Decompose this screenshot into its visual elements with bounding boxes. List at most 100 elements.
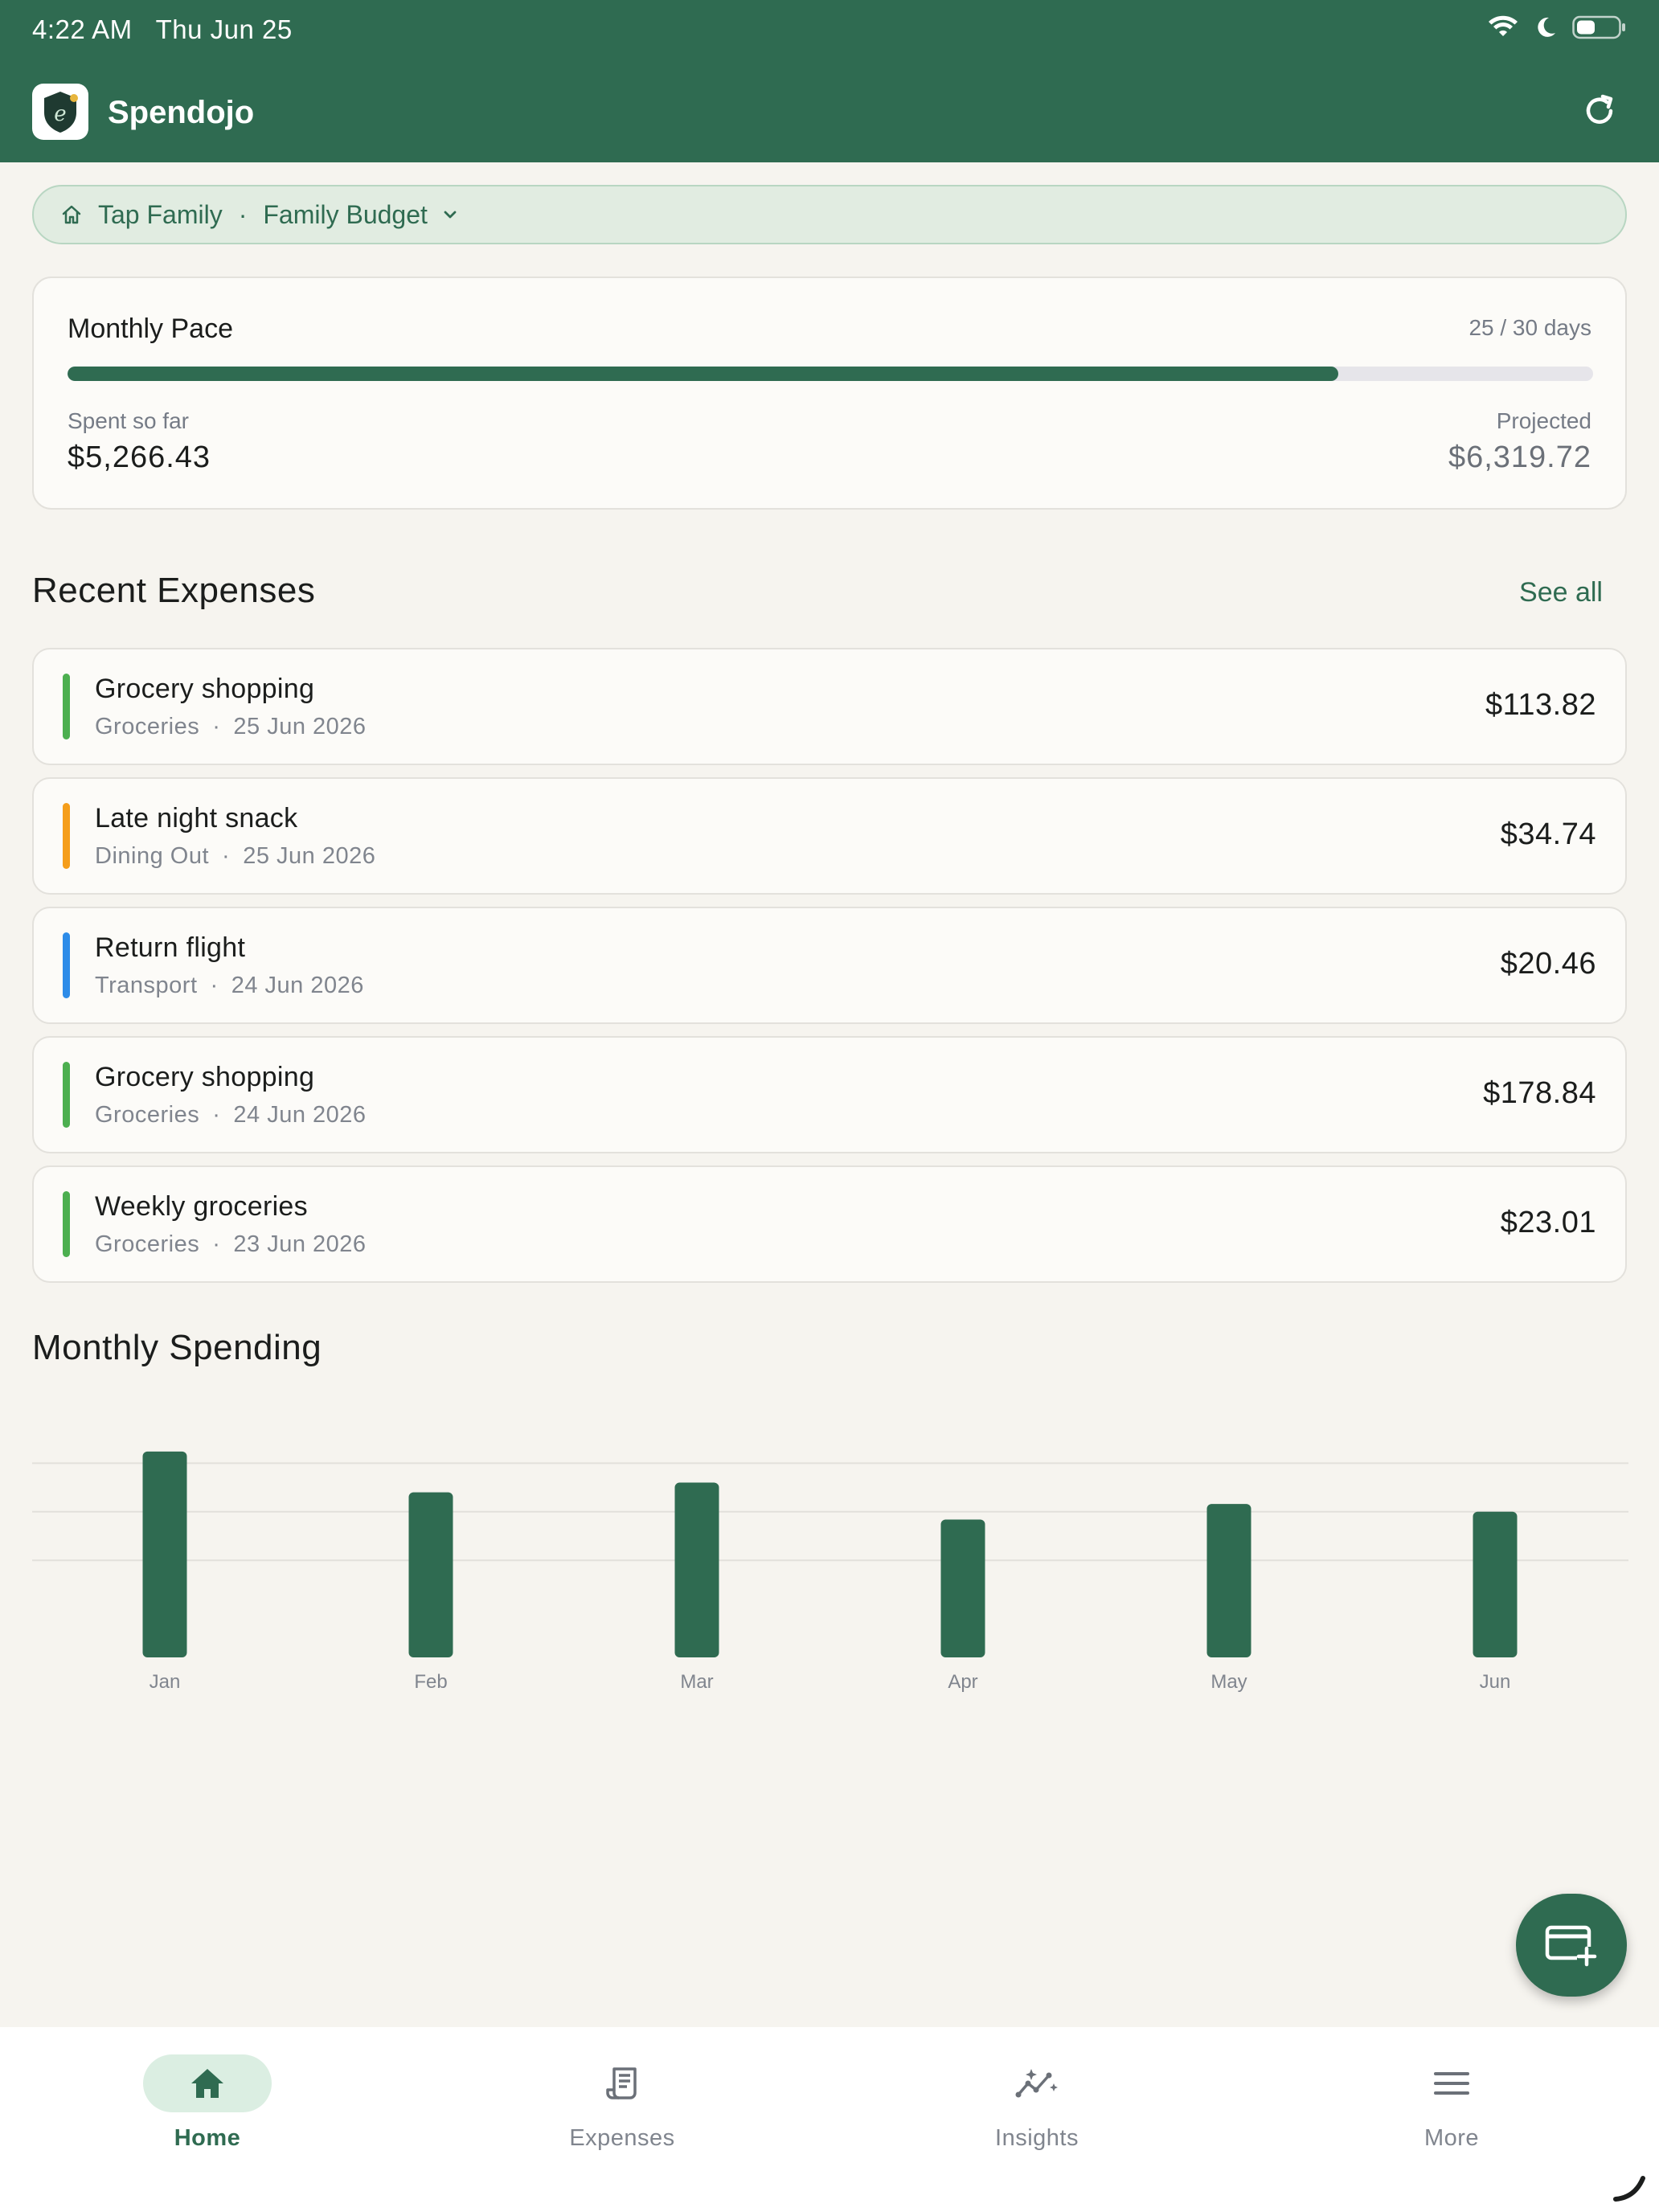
chart-x-label: Apr: [948, 1671, 977, 1693]
status-bar-time: 4:22 AM Thu Jun 25: [32, 14, 293, 45]
monthly-pace-title: Monthly Pace: [68, 313, 233, 344]
expense-title: Return flight: [95, 932, 246, 963]
app-logo: e: [32, 84, 88, 140]
chart-bar-mar[interactable]: [674, 1482, 719, 1657]
expense-item[interactable]: Late night snack Dining Out · 25 Jun 2026 $3…: [32, 777, 1627, 895]
nav-expenses-label: Expenses: [569, 2125, 675, 2151]
menu-icon: [1434, 2072, 1469, 2095]
chart-bar-feb[interactable]: [408, 1492, 453, 1657]
expense-title: Late night snack: [95, 803, 298, 834]
refresh-icon: [1586, 94, 1613, 124]
nav-insights-indicator: [973, 2054, 1101, 2112]
chevron-down-icon: [444, 211, 457, 219]
add-expense-button[interactable]: [1516, 1894, 1627, 1997]
category-color-bar: [63, 1191, 70, 1257]
chart-x-label: Mar: [680, 1671, 713, 1693]
meta-separator: ·: [212, 714, 221, 739]
nav-insights-label: Insights: [995, 2125, 1079, 2151]
home-icon: [191, 2069, 223, 2098]
svg-text:e: e: [54, 102, 66, 126]
monthly-pace-card: Monthly Pace 25 / 30 days Spent so far $…: [32, 276, 1627, 510]
expense-amount: $178.84: [1483, 1076, 1596, 1110]
nav-home-label: Home: [174, 2125, 241, 2151]
app-header: 4:22 AM Thu Jun 25 e Spendojo: [0, 0, 1659, 162]
expense-item[interactable]: Grocery shopping Groceries · 24 Jun 2026 $17…: [32, 1036, 1627, 1153]
insights-icon: [1015, 2069, 1058, 2098]
expense-date: 24 Jun 2026: [231, 973, 364, 998]
battery-icon: [1572, 15, 1625, 39]
expense-item[interactable]: Grocery shopping Groceries · 25 Jun 2026 $11…: [32, 648, 1627, 765]
expense-amount: $23.01: [1500, 1206, 1596, 1239]
meta-separator: ·: [212, 1102, 221, 1128]
expense-item[interactable]: Weekly groceries Groceries · 23 Jun 2026 $23…: [32, 1165, 1627, 1283]
expense-meta: Groceries · 25 Jun 2026: [95, 714, 367, 740]
recent-expenses-title: Recent Expenses: [32, 571, 316, 610]
expense-amount: $113.82: [1485, 688, 1596, 722]
spent-value: $5,266.43: [68, 440, 211, 474]
pace-progress-track: [68, 367, 1593, 381]
expense-category: Transport: [95, 973, 198, 998]
nav-insights[interactable]: Insights: [932, 2054, 1141, 2152]
expense-meta: Transport · 24 Jun 2026: [95, 973, 364, 999]
expense-category: Dining Out: [95, 843, 210, 869]
chart-x-label: Jun: [1480, 1671, 1511, 1693]
expense-title: Weekly groceries: [95, 1191, 308, 1222]
chart-x-label: Feb: [414, 1671, 447, 1693]
expense-title: Grocery shopping: [95, 674, 315, 704]
app-title: Spendojo: [108, 95, 255, 130]
budget-name: Family Budget: [263, 199, 428, 229]
expense-category: Groceries: [95, 1231, 200, 1257]
expense-amount: $20.46: [1500, 947, 1596, 981]
family-name: Tap Family: [98, 199, 223, 229]
expense-amount: $34.74: [1500, 817, 1596, 851]
meta-separator: ·: [210, 973, 219, 998]
category-color-bar: [63, 1062, 70, 1128]
moon-icon: [1538, 17, 1555, 37]
monthly-pace-days: 25 / 30 days: [1469, 315, 1591, 340]
meta-separator: ·: [212, 1231, 221, 1257]
shield-logo-icon: e: [44, 92, 78, 133]
pace-progress-fill: [68, 367, 1339, 381]
nav-more-label: More: [1423, 2125, 1480, 2151]
expense-title: Grocery shopping: [95, 1062, 315, 1092]
nav-expenses[interactable]: Expenses: [518, 2054, 727, 2152]
expense-category: Groceries: [95, 714, 200, 739]
expense-date: 25 Jun 2026: [233, 714, 367, 739]
chart-x-label: May: [1210, 1671, 1247, 1693]
expense-category: Groceries: [95, 1102, 200, 1128]
chart-bar-may[interactable]: [1206, 1504, 1251, 1657]
receipt-icon: [606, 2067, 637, 2099]
chart-bar-jan[interactable]: [142, 1451, 187, 1657]
meta-separator: ·: [222, 843, 231, 869]
category-color-bar: [63, 803, 70, 869]
expense-item[interactable]: Return flight Transport · 24 Jun 2026 $20.46: [32, 907, 1627, 1024]
expense-meta: Dining Out · 25 Jun 2026: [95, 843, 375, 870]
spent-label: Spent so far: [68, 408, 189, 433]
wifi-icon: [1489, 15, 1518, 36]
nav-home-indicator: [143, 2054, 272, 2112]
category-color-bar: [63, 674, 70, 739]
budget-separator: ·: [238, 199, 248, 229]
see-all-link[interactable]: See all: [1519, 577, 1603, 608]
chart-bar-apr[interactable]: [940, 1519, 985, 1657]
expense-meta: Groceries · 24 Jun 2026: [95, 1102, 367, 1129]
budget-selector[interactable]: Tap Family · Family Budget: [32, 185, 1627, 244]
nav-more[interactable]: More: [1347, 2054, 1556, 2152]
status-date: Thu Jun 25: [155, 14, 293, 44]
add-card-icon: [1545, 1925, 1597, 1967]
nav-home[interactable]: Home: [103, 2054, 312, 2152]
nav-more-indicator: [1387, 2054, 1516, 2112]
refresh-button[interactable]: [1580, 92, 1619, 130]
expense-date: 24 Jun 2026: [233, 1102, 367, 1128]
projected-value: $6,319.72: [1448, 440, 1591, 474]
monthly-spending-chart: Jan Feb Mar Apr May Jun: [32, 1451, 1628, 1693]
expense-date: 23 Jun 2026: [233, 1231, 367, 1257]
resize-corner-icon: [1613, 2176, 1645, 2202]
status-icons: [1487, 14, 1627, 40]
home-outline-icon: [62, 205, 81, 224]
expense-meta: Groceries · 23 Jun 2026: [95, 1231, 367, 1258]
chart-bar-jun[interactable]: [1473, 1511, 1518, 1657]
expense-date: 25 Jun 2026: [243, 843, 376, 869]
nav-expenses-indicator: [558, 2054, 686, 2112]
chart-x-label: Jan: [150, 1671, 181, 1693]
